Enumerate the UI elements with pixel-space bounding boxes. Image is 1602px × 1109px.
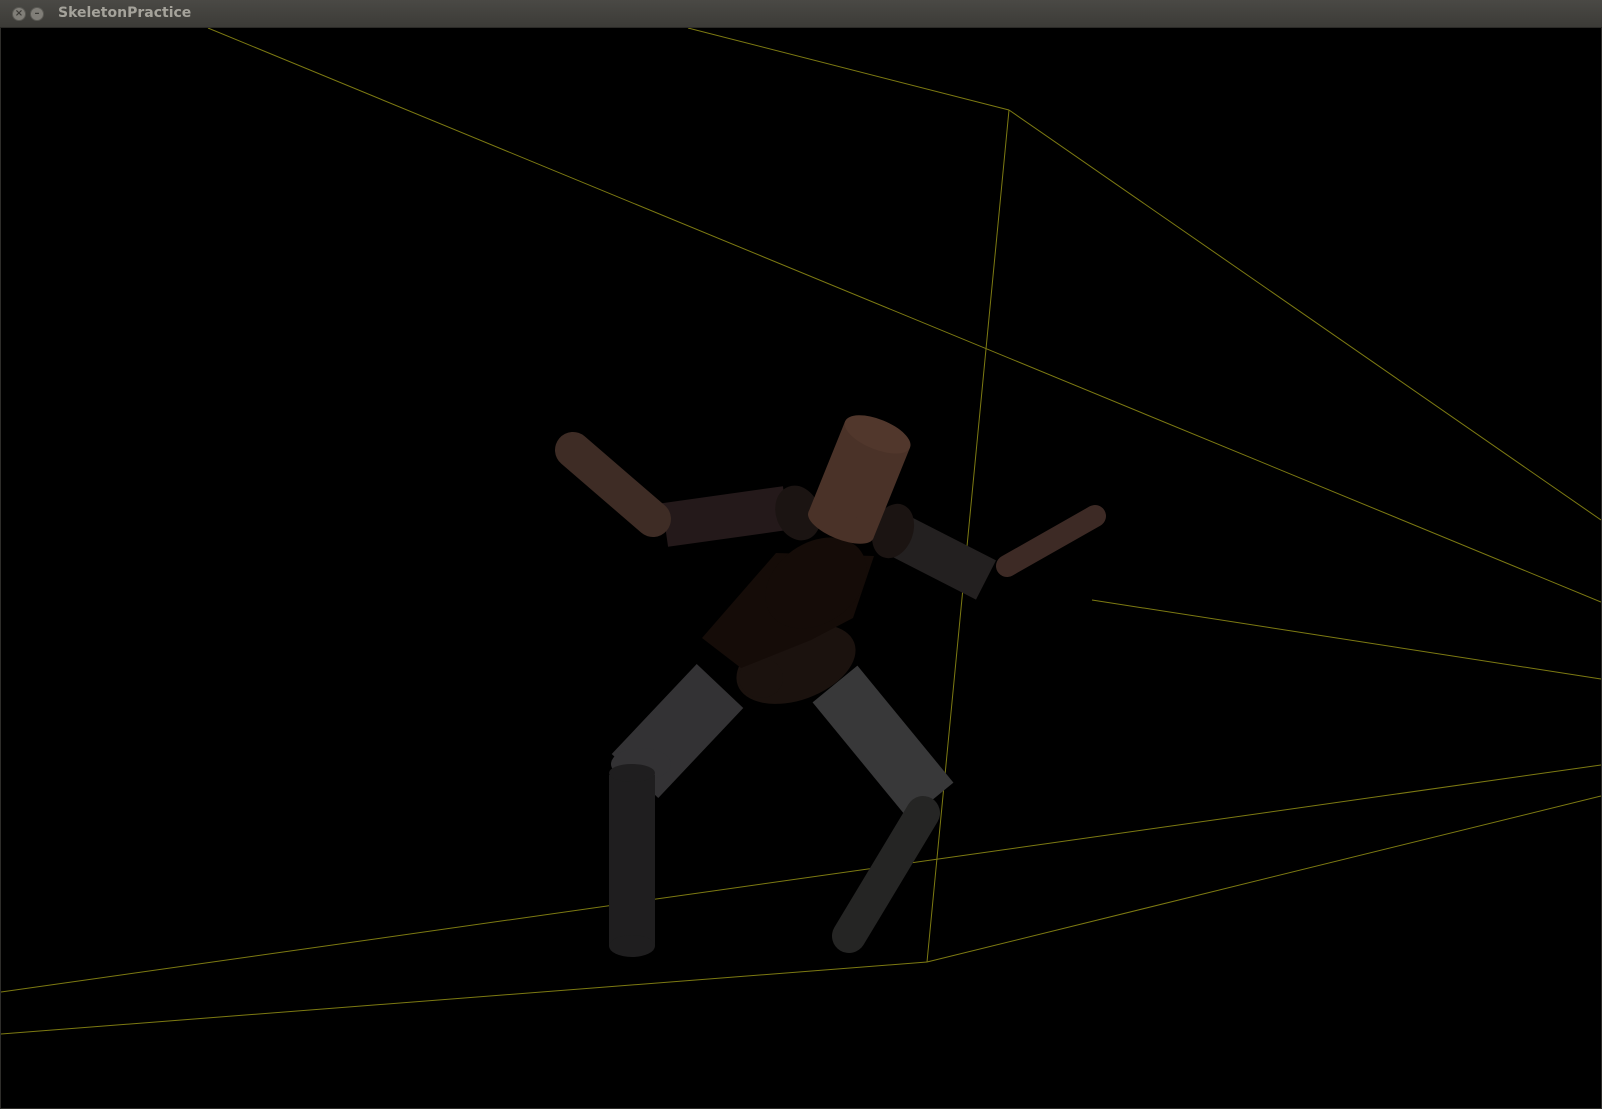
foot-left-cap [609, 935, 655, 957]
title-bar[interactable]: × – SkeletonPractice [0, 0, 1602, 28]
forearm-left[interactable] [555, 432, 671, 537]
forearm-right[interactable] [996, 505, 1106, 577]
application-window: × – SkeletonPractice [0, 0, 1602, 1109]
wire-edge-floor-far [1, 961, 928, 1035]
knee-left-top [609, 764, 655, 782]
minimize-icon: – [34, 8, 40, 19]
thigh-right[interactable] [812, 665, 954, 820]
3d-viewport[interactable] [1, 28, 1601, 1108]
close-icon: × [14, 8, 24, 19]
shin-right[interactable] [832, 796, 940, 953]
window-title: SkeletonPractice [58, 5, 192, 21]
scene-canvas[interactable] [1, 28, 1601, 1108]
wire-edge-mid-right [1091, 599, 1601, 680]
wire-edge-top-right [1008, 109, 1601, 521]
close-button[interactable]: × [12, 7, 26, 21]
wire-edge-floor-near [1, 764, 1601, 993]
upper-arm-left[interactable] [661, 486, 790, 547]
skeleton-figure[interactable] [555, 407, 1106, 957]
minimize-button[interactable]: – [30, 7, 44, 21]
wire-edge-floor-right [926, 795, 1601, 963]
wire-edge-top-mid [687, 28, 1010, 111]
